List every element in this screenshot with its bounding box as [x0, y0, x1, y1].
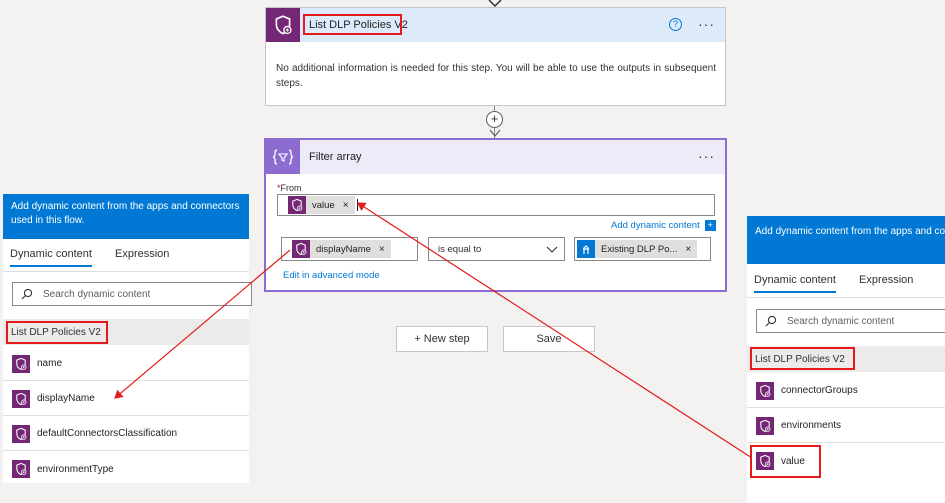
from-token-value[interactable]: value ×: [288, 196, 355, 214]
remove-token-icon[interactable]: ×: [685, 244, 691, 255]
remove-token-icon[interactable]: ×: [379, 244, 385, 255]
dlp-connector-icon: [266, 8, 300, 42]
from-label: *From: [277, 183, 302, 193]
operator-value: is equal to: [438, 244, 482, 255]
list-dlp-card-message: No additional information is needed for …: [276, 63, 716, 89]
left-search-placeholder: Search dynamic content: [43, 288, 151, 300]
add-dynamic-content-label: Add dynamic content: [611, 220, 700, 231]
left-token-displayname[interactable]: displayName ×: [292, 240, 391, 258]
tab-expression[interactable]: Expression: [115, 248, 169, 260]
list-item-label: defaultConnectorsClassification: [37, 428, 178, 439]
add-dynamic-content-link[interactable]: Add dynamic content +: [611, 220, 716, 231]
edit-advanced-mode-link[interactable]: Edit in advanced mode: [283, 270, 380, 281]
right-panel-banner: Add dynamic content from the apps and co…: [747, 216, 945, 264]
right-token-label: Existing DLP Po...: [601, 243, 678, 255]
list-item-label: environments: [781, 420, 842, 431]
new-step-button[interactable]: + New step: [396, 326, 488, 352]
search-icon: [765, 315, 777, 327]
left-search-input[interactable]: Search dynamic content: [12, 282, 252, 306]
help-icon[interactable]: ?: [669, 18, 682, 31]
list-item[interactable]: connectorGroups: [747, 374, 945, 408]
dlp-token-icon: [288, 196, 306, 214]
right-token-existing-dlp[interactable]: Existing DLP Po... ×: [577, 240, 698, 258]
left-panel-banner: Add dynamic content from the apps and co…: [3, 194, 249, 239]
list-item-label: displayName: [37, 393, 95, 404]
list-item-label: name: [37, 358, 63, 369]
dlp-item-icon: [12, 389, 30, 408]
tab-dynamic-content[interactable]: Dynamic content: [10, 248, 92, 267]
filter-card-header[interactable]: Filter array ···: [266, 140, 725, 174]
text-cursor: [357, 199, 358, 211]
operator-select[interactable]: is equal to: [428, 237, 565, 261]
highlight-list-dlp-title: [303, 14, 402, 35]
highlight-right-section: [750, 347, 855, 370]
list-item[interactable]: environmentType: [3, 452, 249, 486]
list-item[interactable]: displayName: [3, 382, 249, 416]
list-dlp-more-menu[interactable]: ···: [698, 17, 715, 31]
flow-arrow-down: [489, 129, 501, 137]
right-panel-divider: [747, 297, 945, 298]
right-search-placeholder: Search dynamic content: [787, 315, 895, 327]
dlp-item-icon: [756, 381, 774, 400]
help-icon-glyph: ?: [672, 19, 678, 29]
filter-card-title[interactable]: Filter array: [309, 151, 362, 163]
plus-icon: +: [490, 111, 499, 126]
dlp-item-icon: [12, 354, 30, 373]
filter-icon: [266, 140, 300, 174]
list-item-label: connectorGroups: [781, 385, 858, 396]
dlp-token-icon: [292, 240, 310, 258]
list-item[interactable]: defaultConnectorsClassification: [3, 417, 249, 451]
save-button[interactable]: Save: [503, 326, 595, 352]
dlp-item-icon: [756, 416, 774, 435]
filter-more-menu[interactable]: ···: [698, 149, 715, 163]
variable-token-icon: [577, 240, 595, 258]
from-token-label: value: [312, 199, 335, 211]
left-panel-tabs: Dynamic content Expression: [3, 240, 249, 268]
from-label-text: From: [280, 183, 302, 193]
highlight-left-section: [6, 321, 108, 344]
list-item[interactable]: environments: [747, 409, 945, 443]
right-panel-tabs: Dynamic content Expression: [747, 266, 945, 294]
tab-dynamic-content[interactable]: Dynamic content: [754, 274, 836, 293]
filter-array-card[interactable]: Filter array ··· *From value × Add dynam…: [265, 139, 726, 291]
dlp-item-icon: [12, 424, 30, 443]
remove-token-icon[interactable]: ×: [343, 200, 349, 211]
list-item-label: environmentType: [37, 463, 114, 475]
tab-expression[interactable]: Expression: [859, 274, 913, 286]
dlp-item-icon: [12, 460, 30, 478]
add-dynamic-plus-icon: +: [704, 220, 716, 231]
list-item[interactable]: name: [3, 347, 249, 381]
highlight-right-value: [750, 445, 821, 478]
insert-step-button[interactable]: +: [486, 111, 503, 128]
chevron-down-icon: [546, 246, 558, 253]
left-panel-divider: [3, 271, 249, 272]
right-search-input[interactable]: Search dynamic content: [756, 309, 945, 333]
left-token-label: displayName: [316, 243, 371, 255]
search-icon: [21, 288, 33, 300]
